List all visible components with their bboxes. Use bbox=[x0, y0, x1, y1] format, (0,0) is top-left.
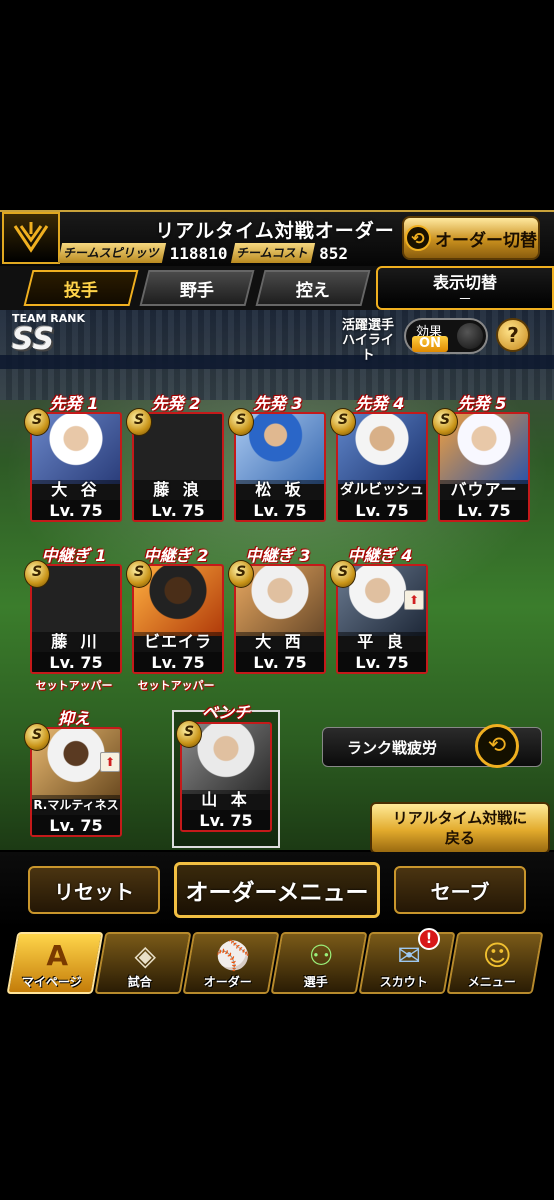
display-switch-label: 表示切替 bbox=[432, 273, 497, 292]
up-arrow-icon: ⬆ bbox=[100, 752, 120, 772]
nav-players[interactable]: ⚇ 選手 bbox=[270, 932, 368, 994]
role-label: セットアッパー bbox=[137, 679, 215, 692]
rarity-s-badge: S bbox=[228, 408, 254, 436]
field-order-icon: ⚾ bbox=[215, 939, 251, 972]
highlight-label-line1: 活躍選手 bbox=[341, 318, 394, 333]
nav-label: マイページ bbox=[21, 975, 82, 989]
tab-pitcher[interactable]: 投手 bbox=[23, 270, 139, 306]
effect-toggle[interactable]: 効果 ON bbox=[404, 318, 488, 354]
rarity-s-badge: S bbox=[24, 723, 50, 751]
display-switch-value: － bbox=[458, 292, 472, 308]
player-level: Lv. 75 bbox=[32, 500, 120, 520]
order-switch-button[interactable]: ⟲ オーダー切替 bbox=[402, 216, 540, 260]
order-switch-label: オーダー切替 bbox=[435, 230, 537, 251]
back-to-realtime-button[interactable]: リアルタイム対戦に 戻る bbox=[370, 802, 550, 854]
back-label-line2: 戻る bbox=[444, 829, 475, 847]
slot-label: ベンチ bbox=[201, 703, 250, 722]
player-name: ダルビッシュ bbox=[338, 480, 426, 500]
tab-label: 控え bbox=[296, 280, 330, 301]
rarity-s-badge: S bbox=[176, 720, 202, 748]
nav-mypage[interactable]: A マイページ bbox=[6, 932, 104, 994]
rank-fatigue-label: ランク戦疲労 bbox=[347, 739, 438, 757]
team-cost-value: 852 bbox=[319, 243, 348, 263]
display-switch-button[interactable]: 表示切替 － bbox=[376, 266, 554, 310]
team-rank-value: SS bbox=[12, 322, 55, 357]
nav-label: 試合 bbox=[127, 975, 152, 989]
player-level: Lv. 75 bbox=[32, 815, 120, 835]
nav-order[interactable]: ⚾ オーダー bbox=[182, 932, 280, 994]
cycle-icon: ⟲ bbox=[475, 724, 519, 768]
player-level: Lv. 75 bbox=[338, 500, 426, 520]
page-title: リアルタイム対戦オーダー bbox=[155, 220, 395, 242]
player-name: R.マルティネス bbox=[32, 795, 120, 815]
menu-character-icon: ☺ bbox=[482, 939, 512, 972]
rarity-s-badge: S bbox=[330, 408, 356, 436]
player-icon: ⚇ bbox=[308, 939, 334, 972]
player-level: Lv. 75 bbox=[134, 500, 222, 520]
effect-toggle-value: ON bbox=[412, 336, 448, 352]
highlight-label-line2: ハイライト bbox=[342, 333, 394, 363]
toggle-knob bbox=[457, 323, 483, 349]
player-name: バウアー bbox=[440, 480, 528, 500]
rarity-s-badge: S bbox=[330, 560, 356, 588]
nav-label: 選手 bbox=[303, 975, 328, 989]
team-spirit-label: チームスピリッツ bbox=[57, 243, 166, 263]
player-level: Lv. 75 bbox=[236, 500, 324, 520]
tab-fielder[interactable]: 野手 bbox=[139, 270, 255, 306]
player-level: Lv. 75 bbox=[236, 652, 324, 672]
nav-menu[interactable]: ☺ メニュー bbox=[446, 932, 544, 994]
player-name: ビエイラ bbox=[134, 632, 222, 652]
ad-board bbox=[0, 355, 554, 369]
player-name: 山 本 bbox=[182, 790, 270, 810]
player-level: Lv. 75 bbox=[32, 652, 120, 672]
rarity-s-badge: S bbox=[228, 560, 254, 588]
player-name: 藤 浪 bbox=[134, 480, 222, 500]
rarity-s-badge: S bbox=[24, 408, 50, 436]
tab-reserve[interactable]: 控え bbox=[255, 270, 371, 306]
player-level: Lv. 75 bbox=[134, 652, 222, 672]
team-spirit-value: 118810 bbox=[169, 243, 228, 263]
order-menu-button[interactable]: オーダーメニュー bbox=[174, 862, 380, 918]
save-button[interactable]: セーブ bbox=[394, 866, 526, 914]
rank-fatigue-button[interactable]: ランク戦疲労 ⟲ bbox=[322, 724, 542, 768]
nav-game[interactable]: ◈ 試合 bbox=[94, 932, 192, 994]
notification-badge: ! bbox=[418, 928, 440, 950]
player-name: 大 谷 bbox=[32, 480, 120, 500]
reset-button[interactable]: リセット bbox=[28, 866, 160, 914]
rarity-s-badge: S bbox=[126, 408, 152, 436]
help-button[interactable]: ? bbox=[496, 318, 530, 352]
player-name: 大 西 bbox=[236, 632, 324, 652]
player-level: Lv. 75 bbox=[440, 500, 528, 520]
mypage-icon: A bbox=[46, 939, 69, 972]
giants-logo-icon bbox=[2, 212, 60, 264]
tab-label: 投手 bbox=[64, 280, 98, 301]
team-stats: チームスピリッツ 118810 チームコスト 852 bbox=[57, 242, 400, 264]
highlight-label: 活躍選手 ハイライト bbox=[336, 318, 400, 363]
rarity-s-badge: S bbox=[24, 560, 50, 588]
rarity-s-badge: S bbox=[126, 560, 152, 588]
role-label: セットアッパー bbox=[35, 679, 113, 692]
rarity-s-badge: S bbox=[432, 408, 458, 436]
stadium-icon: ◈ bbox=[134, 939, 156, 972]
player-name: 藤 川 bbox=[32, 632, 120, 652]
nav-scout[interactable]: ✉ スカウト bbox=[358, 932, 456, 994]
up-arrow-icon: ⬆ bbox=[404, 590, 424, 610]
back-label-line1: リアルタイム対戦に bbox=[392, 809, 528, 827]
tab-label: 野手 bbox=[180, 280, 214, 301]
player-level: Lv. 75 bbox=[338, 652, 426, 672]
cycle-icon: ⟲ bbox=[405, 225, 431, 251]
team-cost-label: チームコスト bbox=[231, 243, 316, 263]
nav-label: スカウト bbox=[379, 975, 428, 989]
player-level: Lv. 75 bbox=[182, 810, 270, 830]
player-name: 松 坂 bbox=[236, 480, 324, 500]
nav-label: メニュー bbox=[467, 975, 516, 989]
nav-label: オーダー bbox=[203, 975, 252, 989]
player-name: 平 良 bbox=[338, 632, 426, 652]
